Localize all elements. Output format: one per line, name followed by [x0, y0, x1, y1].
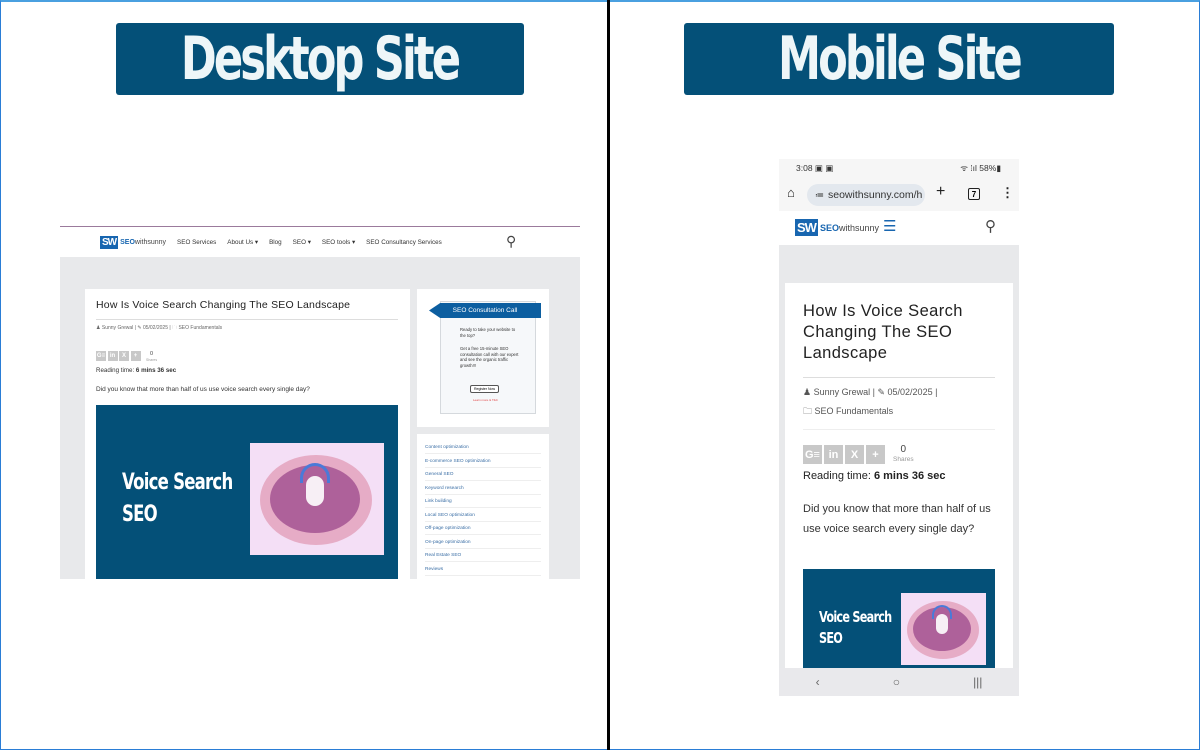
folder-icon: 🗀: [803, 406, 813, 416]
mobile-site-header: SW SEOwithsunny ☰ ⚲: [779, 211, 1019, 245]
article-category: 🗀 SEO Fundamentals: [803, 404, 893, 420]
google-news-share-button[interactable]: G≡: [803, 445, 822, 464]
hamburger-menu-icon[interactable]: ☰: [883, 217, 896, 235]
article-title: How Is Voice Search Changing The SEO Lan…: [803, 302, 963, 362]
author-link[interactable]: Sunny Grewal: [814, 387, 871, 397]
search-icon[interactable]: ⚲: [506, 233, 516, 250]
share-count: 0 Shares: [146, 351, 158, 362]
consultation-ribbon: SEO Consultation Call: [429, 303, 541, 318]
tab-switcher-button[interactable]: 7: [968, 188, 980, 200]
categories-widget: Content optimization E-commerce SEO opti…: [417, 434, 549, 579]
site-settings-icon[interactable]: ≔: [815, 190, 824, 201]
article-meta: ♟ Sunny Grewal | ✎ 05/02/2025 |: [803, 387, 938, 397]
recent-apps-button[interactable]: |||: [973, 675, 982, 689]
hero-image: Voice Search SEO: [803, 569, 995, 679]
share-count: 0 Shares: [893, 444, 914, 464]
category-item[interactable]: General SEO: [425, 472, 541, 481]
author-link[interactable]: Sunny Grewal: [102, 325, 133, 331]
post-date: 05/02/2025: [142, 325, 168, 331]
android-nav-bar: ‹ ○ |||: [779, 668, 1019, 696]
x-share-button[interactable]: X: [845, 445, 864, 464]
category-link[interactable]: SEO Fundamentals: [178, 325, 222, 331]
hero-image: Voice Search SEO: [96, 405, 398, 579]
divider: [607, 0, 610, 750]
logo-text: SEOwithsunny: [819, 222, 879, 233]
category-item[interactable]: Off-page optimization: [425, 526, 541, 535]
category-item[interactable]: E-commerce SEO optimization: [425, 459, 541, 468]
edit-icon: ✎: [137, 325, 142, 331]
x-share-button[interactable]: X: [119, 351, 129, 361]
category-item[interactable]: Reviews: [425, 567, 541, 576]
folder-icon: 🗀: [172, 325, 178, 331]
more-menu-icon[interactable]: ⋮: [1001, 185, 1014, 201]
nav-blog[interactable]: Blog: [269, 239, 282, 246]
logo-mark: SW: [100, 235, 119, 249]
consultation-link[interactable]: Learn more & T&C: [473, 398, 498, 402]
post-date: 05/02/2025: [887, 387, 933, 397]
category-item[interactable]: Real Estate SEO: [425, 553, 541, 562]
author-icon: ♟: [803, 387, 812, 397]
home-icon[interactable]: ⌂: [787, 185, 795, 200]
category-link[interactable]: SEO Fundamentals: [815, 406, 894, 416]
article-title: How Is Voice Search Changing The SEO Lan…: [96, 299, 351, 311]
nav-about-us[interactable]: About Us ▾: [227, 239, 258, 246]
consultation-text-2: Get a free 15-minute SEO consultation ca…: [460, 346, 519, 368]
nav-seo[interactable]: SEO ▾: [293, 239, 311, 246]
consultation-widget: SEO Consultation Call Ready to take your…: [417, 289, 549, 427]
share-bar: G≡ in X + 0 Shares: [96, 351, 157, 363]
desktop-navbar: SW SEOwithsunny SEO Services About Us ▾ …: [60, 227, 580, 257]
home-button[interactable]: ○: [893, 675, 900, 689]
microphone-icon: [936, 614, 948, 634]
reading-time: Reading time: 6 mins 36 sec: [96, 367, 177, 374]
address-bar[interactable]: ≔ seowithsunny.com/h: [807, 184, 925, 206]
microphone-illustration: [250, 443, 384, 555]
desktop-screenshot: SW SEOwithsunny SEO Services About Us ▾ …: [60, 226, 580, 579]
consultation-text-1: Ready to take your website to the top?: [460, 327, 516, 338]
category-item[interactable]: Content optimization: [425, 445, 541, 454]
logo-text: SEOwithsunny: [120, 238, 167, 246]
category-item[interactable]: Keyword research: [425, 486, 541, 495]
nav-seo-consultancy[interactable]: SEO Consultancy Services: [366, 239, 442, 246]
status-bar: 3:08 ▣ ▣ ᯤ ⁞ıl 58%▮: [779, 159, 1019, 177]
new-tab-icon[interactable]: +: [936, 183, 945, 201]
mobile-screenshot: 3:08 ▣ ▣ ᯤ ⁞ıl 58%▮ ⌂ ≔ seowithsunny.com/…: [779, 159, 1019, 696]
article-intro: Did you know that more than half of us u…: [803, 503, 991, 535]
microphone-illustration: [901, 593, 986, 665]
google-news-share-button[interactable]: G≡: [96, 351, 106, 361]
article-card: How Is Voice Search Changing The SEO Lan…: [85, 289, 410, 579]
title-divider: [96, 319, 398, 320]
more-share-button[interactable]: +: [866, 445, 885, 464]
hero-title: Voice Search SEO: [122, 470, 233, 527]
meta-divider: [803, 429, 995, 430]
desktop-label: Desktop Site: [116, 23, 524, 95]
reading-time: Reading time: 6 mins 36 sec: [803, 470, 946, 482]
category-item[interactable]: On-page optimization: [425, 540, 541, 549]
microphone-icon: [306, 476, 324, 506]
category-item[interactable]: Link building: [425, 499, 541, 508]
site-logo[interactable]: SW SEOwithsunny: [795, 219, 879, 236]
status-left: 3:08 ▣ ▣: [796, 162, 834, 173]
browser-toolbar: ⌂ ≔ seowithsunny.com/h + 7 ⋮: [779, 177, 1019, 211]
site-logo[interactable]: SW SEOwithsunny: [100, 235, 167, 249]
article-intro: Did you know that more than half of us u…: [96, 386, 310, 393]
register-now-button[interactable]: Register Now: [470, 385, 500, 393]
linkedin-share-button[interactable]: in: [107, 351, 118, 361]
more-share-button[interactable]: +: [130, 351, 141, 361]
title-divider: [803, 377, 995, 378]
status-right: ᯤ ⁞ıl 58%▮: [960, 162, 1001, 173]
mobile-label: Mobile Site: [684, 23, 1114, 95]
back-button[interactable]: ‹: [816, 675, 820, 689]
nav-seo-tools[interactable]: SEO tools ▾: [322, 239, 355, 246]
author-icon: ♟: [96, 325, 101, 331]
logo-mark: SW: [795, 219, 818, 236]
nav-seo-services[interactable]: SEO Services: [177, 239, 216, 246]
edit-icon: ✎: [877, 387, 886, 397]
article-meta: ♟ Sunny Grewal | ✎ 05/02/2025 | 🗀 SEO Fu…: [96, 325, 223, 331]
share-bar: G≡ in X + 0 Shares: [803, 445, 914, 465]
linkedin-share-button[interactable]: in: [824, 445, 843, 464]
category-item[interactable]: Local SEO optimization: [425, 513, 541, 522]
search-icon[interactable]: ⚲: [985, 217, 996, 235]
consultation-card: SEO Consultation Call Ready to take your…: [429, 301, 541, 414]
article-card: How Is Voice Search Changing The SEO Lan…: [785, 283, 1013, 679]
